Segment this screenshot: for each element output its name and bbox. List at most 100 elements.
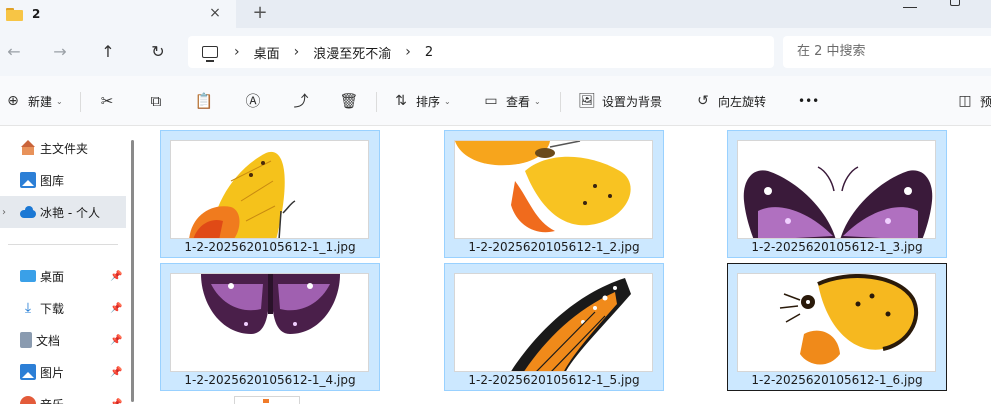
sidebar-item-gallery[interactable]: 图库 [0,164,126,196]
divider [80,92,81,112]
close-tab-button[interactable]: × [206,4,224,22]
butterfly-thumbnail [455,141,631,233]
sidebar-item-label: 冰艳 - 个人 [40,205,100,220]
file-item[interactable]: 1-2-2025620105612-1_2.jpg [444,130,664,258]
file-item[interactable]: 1-2-2025620105612-1_5.jpg [444,263,664,391]
onedrive-icon [20,204,36,220]
forward-button[interactable]: → [48,40,72,64]
search-input[interactable]: 在 2 中搜索 [783,36,991,68]
rename-icon[interactable]: Ⓐ [242,90,264,112]
sidebar-item-label: 下载 [40,301,65,316]
music-icon [20,396,36,404]
sidebar-scrollbar[interactable] [131,140,134,402]
more-icon: ••• [798,94,820,108]
pin-icon[interactable]: 📌 [110,335,122,346]
thumbnail [170,273,369,372]
next-row-thumbnail[interactable] [234,396,300,404]
back-button[interactable]: ← [2,40,26,64]
documents-icon [20,332,32,348]
sidebar-item-desktop[interactable]: 桌面 📌 [0,260,126,292]
sidebar-item-documents[interactable]: 文档 📌 [0,324,126,356]
file-item[interactable]: 1-2-2025620105612-1_4.jpg [160,263,380,391]
view-label: 查看 [506,94,531,109]
delete-icon[interactable]: 🗑 [338,90,360,112]
more-options-button[interactable]: ••• [798,90,819,112]
plus-circle-icon: ⊕ [7,93,19,109]
pin-icon[interactable]: 📌 [110,303,122,314]
desktop-icon [20,270,36,282]
this-pc-icon[interactable] [202,46,218,62]
set-background-label: 设置为背景 [602,94,663,109]
gallery-icon [20,172,36,188]
sidebar-item-label: 主文件夹 [40,141,89,156]
rotate-left-button[interactable]: ↺ 向左旋转 [694,90,766,112]
sidebar-divider [8,244,118,245]
breadcrumb-folder[interactable]: 浪漫至死不渝 [313,43,391,62]
preview-pane-button[interactable]: ◫ 预 [956,90,991,112]
refresh-button[interactable]: ↻ [146,40,170,64]
breadcrumb-separator[interactable]: › [234,44,240,60]
download-icon: ⤓ [24,300,32,316]
expand-chevron-icon[interactable]: › [2,207,6,218]
sort-label: 排序 [416,94,441,109]
view-button[interactable]: ▭ 查看 ⌄ [482,90,541,112]
title-bar: 2 × + [0,0,991,28]
pin-icon[interactable]: 📌 [110,367,122,378]
set-as-background-button[interactable]: 🖼 设置为背景 [578,90,662,112]
sidebar-item-onedrive[interactable]: › 冰艳 - 个人 [0,196,126,228]
new-tab-button[interactable]: + [250,3,270,23]
butterfly-thumbnail [201,274,340,334]
copy-icon[interactable]: ⧉ [145,90,167,112]
command-bar: ⊕ 新建 ⌄ ✂ ⧉ 📋 Ⓐ ⤴ 🗑 ⇅ 排序 ⌄ ▭ 查看 ⌄ 🖼 设置为背景… [0,76,991,126]
file-name: 1-2-2025620105612-1_1.jpg [184,240,356,254]
sort-icon: ⇅ [395,93,407,109]
chevron-down-icon: ⌄ [444,96,451,106]
sidebar-item-label: 图库 [40,173,65,188]
butterfly-thumbnail [743,166,933,238]
file-name: 1-2-2025620105612-1_2.jpg [468,240,640,254]
address-bar[interactable]: › 桌面 › 浪漫至死不渝 › 2 [188,36,774,68]
pin-icon[interactable]: 📌 [110,271,122,282]
breadcrumb-current[interactable]: 2 [425,45,433,60]
divider [376,92,377,112]
butterfly-thumbnail [779,274,919,365]
sidebar-item-music[interactable]: 音乐 📌 [0,388,126,404]
file-name: 1-2-2025620105612-1_6.jpg [751,373,923,387]
rotate-left-icon: ↺ [697,93,709,109]
new-button[interactable]: ⊕ 新建 ⌄ [4,90,63,112]
wallpaper-icon: 🖼 [578,93,596,109]
rotate-left-label: 向左旋转 [718,94,767,109]
sidebar-item-pictures[interactable]: 图片 📌 [0,356,126,388]
file-item[interactable]: 1-2-2025620105612-1_1.jpg [160,130,380,258]
share-icon[interactable]: ⤴ [290,90,312,112]
preview-pane-icon: ◫ [958,93,972,109]
file-name: 1-2-2025620105612-1_3.jpg [751,240,923,254]
chevron-down-icon: ⌄ [56,96,63,106]
thumbnail [454,273,653,372]
file-view: 1-2-2025620105612-1_1.jpg 1-2-2025620105… [142,126,991,404]
file-item[interactable]: 1-2-2025620105612-1_3.jpg [727,130,947,258]
sidebar-item-label: 音乐 [40,396,64,404]
thumbnail [170,140,369,239]
breadcrumb-desktop[interactable]: 桌面 [254,43,280,62]
maximize-button[interactable] [950,0,960,6]
paste-icon[interactable]: 📋 [193,90,215,112]
breadcrumb-separator[interactable]: › [405,44,411,60]
sidebar-item-label: 文档 [36,333,61,348]
sidebar-item-home[interactable]: 主文件夹 [0,132,126,164]
thumbnail [737,273,936,372]
file-item[interactable]: 1-2-2025620105612-1_6.jpg [727,263,947,391]
pin-icon[interactable]: 📌 [110,399,122,404]
up-button[interactable]: ↑ [96,40,120,64]
divider [560,92,561,112]
tab-current[interactable]: 2 × [0,0,236,28]
file-name: 1-2-2025620105612-1_4.jpg [184,373,356,387]
minimize-button[interactable] [903,0,917,8]
cut-icon[interactable]: ✂ [96,90,118,112]
chevron-down-icon: ⌄ [534,96,541,106]
navigation-bar: ← → ↑ ↻ › 桌面 › 浪漫至死不渝 › 2 在 2 中搜索 [0,28,991,76]
breadcrumb-separator[interactable]: › [294,44,300,60]
sidebar-item-downloads[interactable]: ⤓ 下载 📌 [0,292,126,324]
sort-button[interactable]: ⇅ 排序 ⌄ [392,90,451,112]
tab-title: 2 [32,7,41,21]
